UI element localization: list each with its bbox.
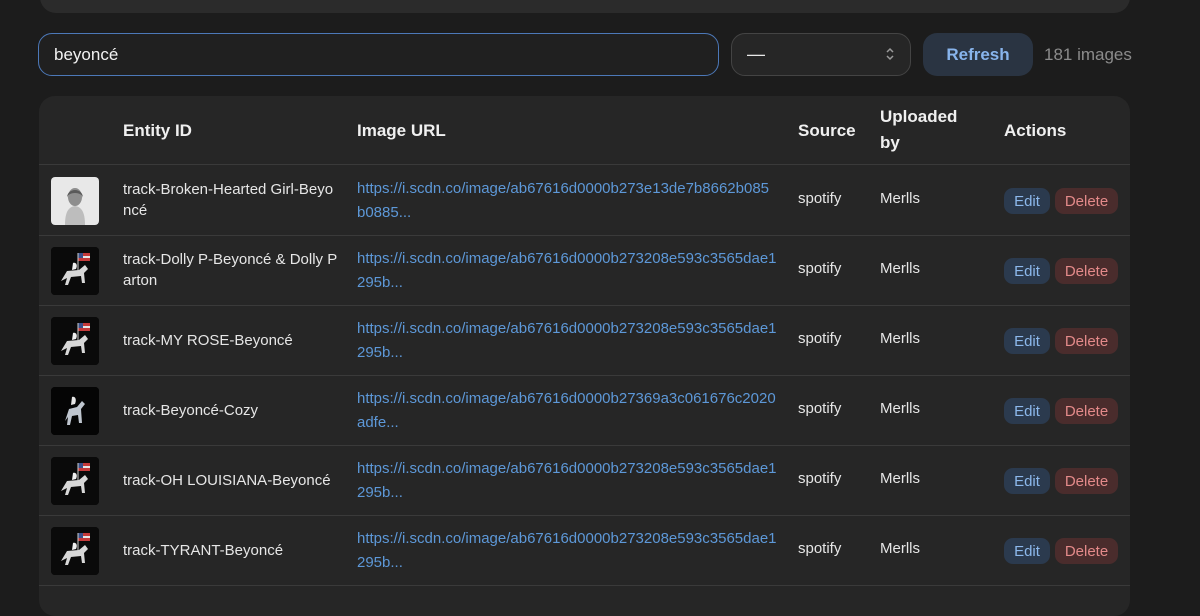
delete-button[interactable]: Delete bbox=[1055, 188, 1118, 214]
image-url-link[interactable]: https://i.scdn.co/image/ab67616d0000b273… bbox=[357, 177, 777, 225]
uploaded-by-value: Merlls bbox=[880, 470, 920, 487]
thumbnail-image[interactable] bbox=[51, 527, 99, 575]
source-value: spotify bbox=[798, 190, 842, 207]
edit-button[interactable]: Edit bbox=[1004, 328, 1050, 354]
delete-button[interactable]: Delete bbox=[1055, 468, 1118, 494]
filter-select-value: — bbox=[747, 44, 765, 64]
table-header: Entity ID Image URL Source Uploaded by A… bbox=[39, 96, 1130, 165]
search-input[interactable] bbox=[38, 33, 719, 76]
filter-select[interactable]: — bbox=[731, 33, 911, 76]
table-row: track-Dolly P-Beyoncé & Dolly Parton htt… bbox=[39, 236, 1130, 306]
delete-button[interactable]: Delete bbox=[1055, 398, 1118, 424]
refresh-button[interactable]: Refresh bbox=[923, 33, 1033, 76]
thumbnail-image[interactable] bbox=[51, 387, 99, 435]
source-value: spotify bbox=[798, 260, 842, 277]
table-row: track-TYRANT-Beyoncé https://i.scdn.co/i… bbox=[39, 516, 1130, 586]
chevron-up-down-icon bbox=[886, 47, 894, 61]
entity-id: track-Broken-Hearted Girl-Beyoncé bbox=[123, 181, 334, 219]
thumbnail-image[interactable] bbox=[51, 317, 99, 365]
table-row: track-Broken-Hearted Girl-Beyoncé https:… bbox=[39, 166, 1130, 236]
entity-id: track-OH LOUISIANA-Beyoncé bbox=[123, 472, 331, 489]
header-uploaded-by: Uploaded by bbox=[880, 107, 958, 152]
delete-button[interactable]: Delete bbox=[1055, 328, 1118, 354]
header-image-url: Image URL bbox=[357, 121, 446, 140]
image-url-link[interactable]: https://i.scdn.co/image/ab67616d0000b273… bbox=[357, 527, 777, 575]
edit-button[interactable]: Edit bbox=[1004, 468, 1050, 494]
edit-button[interactable]: Edit bbox=[1004, 258, 1050, 284]
uploaded-by-value: Merlls bbox=[880, 260, 920, 277]
thumbnail-image[interactable] bbox=[51, 247, 99, 295]
edit-button[interactable]: Edit bbox=[1004, 188, 1050, 214]
table-row: track-OH LOUISIANA-Beyoncé https://i.scd… bbox=[39, 446, 1130, 516]
source-value: spotify bbox=[798, 400, 842, 417]
edit-button[interactable]: Edit bbox=[1004, 398, 1050, 424]
table-row: track-Beyoncé-Cozy https://i.scdn.co/ima… bbox=[39, 376, 1130, 446]
header-source: Source bbox=[798, 121, 856, 140]
edit-button[interactable]: Edit bbox=[1004, 538, 1050, 564]
image-url-link[interactable]: https://i.scdn.co/image/ab67616d0000b273… bbox=[357, 457, 777, 505]
image-url-link[interactable]: https://i.scdn.co/image/ab67616d0000b273… bbox=[357, 247, 777, 295]
header-actions: Actions bbox=[1004, 121, 1067, 140]
thumbnail-image[interactable] bbox=[51, 457, 99, 505]
uploaded-by-value: Merlls bbox=[880, 330, 920, 347]
uploaded-by-value: Merlls bbox=[880, 540, 920, 557]
source-value: spotify bbox=[798, 540, 842, 557]
delete-button[interactable]: Delete bbox=[1055, 538, 1118, 564]
toolbar: — Refresh 181 images bbox=[38, 33, 1138, 77]
thumbnail-image[interactable] bbox=[51, 177, 99, 225]
entity-id: track-Beyoncé-Cozy bbox=[123, 402, 259, 419]
source-value: spotify bbox=[798, 470, 842, 487]
entity-id: track-TYRANT-Beyoncé bbox=[123, 542, 284, 559]
entity-id: track-MY ROSE-Beyoncé bbox=[123, 332, 293, 349]
source-value: spotify bbox=[798, 330, 842, 347]
entity-id: track-Dolly P-Beyoncé & Dolly Parton bbox=[123, 251, 338, 289]
image-url-link[interactable]: https://i.scdn.co/image/ab67616d0000b273… bbox=[357, 387, 777, 435]
uploaded-by-value: Merlls bbox=[880, 400, 920, 417]
table-row: track-MY ROSE-Beyoncé https://i.scdn.co/… bbox=[39, 306, 1130, 376]
images-table: Entity ID Image URL Source Uploaded by A… bbox=[39, 96, 1130, 616]
header-entity-id: Entity ID bbox=[123, 121, 192, 140]
image-count: 181 images bbox=[1044, 45, 1132, 64]
top-panel bbox=[40, 0, 1130, 13]
image-url-link[interactable]: https://i.scdn.co/image/ab67616d0000b273… bbox=[357, 317, 777, 365]
delete-button[interactable]: Delete bbox=[1055, 258, 1118, 284]
uploaded-by-value: Merlls bbox=[880, 190, 920, 207]
